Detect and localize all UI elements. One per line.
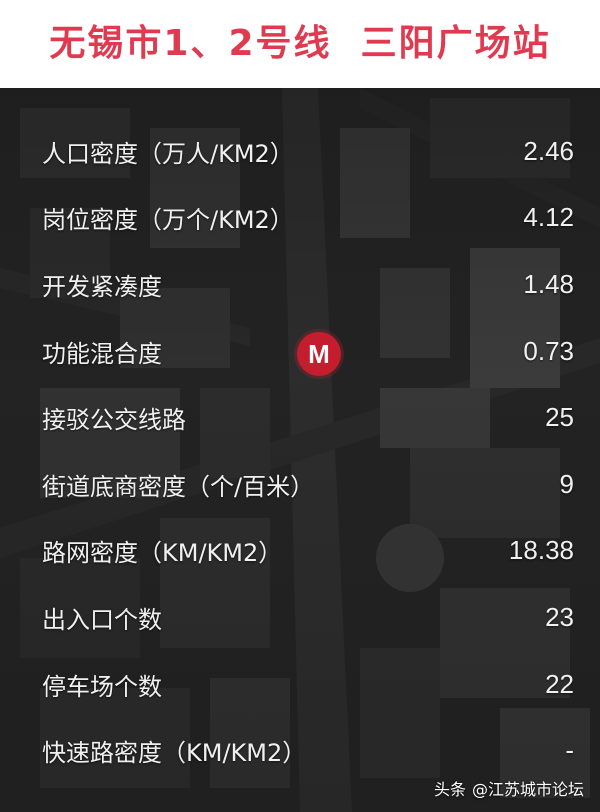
metric-label: 人口密度（万人/KM2）: [42, 139, 294, 168]
metric-label: 街道底商密度（个/百米）: [42, 472, 315, 501]
metric-value: 4.12: [523, 202, 574, 233]
metric-label: 岗位密度（万个/KM2）: [42, 206, 294, 235]
metric-row: 开发紧凑度 1.48: [42, 251, 574, 318]
metric-row: 功能混合度 0.73: [42, 318, 574, 385]
metric-value: 9: [559, 468, 574, 499]
metric-label: 出入口个数: [42, 605, 162, 634]
metric-row: 路网密度（KM/KM2） 18.38: [42, 518, 574, 585]
metric-row: 快速路密度（KM/KM2） -: [42, 717, 574, 784]
watermark-brand: 头条: [433, 780, 466, 799]
metric-value: 23: [545, 601, 574, 632]
metric-label: 路网密度（KM/KM2）: [42, 539, 283, 568]
metric-value: 2.46: [523, 135, 574, 166]
metric-value: 25: [545, 402, 574, 433]
watermark: 头条 @江苏城市论坛: [434, 776, 584, 800]
metric-value: 22: [545, 668, 574, 699]
metric-value: -: [565, 735, 574, 766]
metric-row: 接驳公交线路 25: [42, 384, 574, 451]
metric-row: 人口密度（万人/KM2） 2.46: [42, 118, 574, 185]
watermark-account: @江苏城市论坛: [471, 780, 584, 799]
metric-label: 接驳公交线路: [42, 406, 186, 435]
metric-row: 出入口个数 23: [42, 584, 574, 651]
page-title: 无锡市1、2号线 三阳广场站: [49, 23, 551, 64]
poster: 无锡市1、2号线 三阳广场站 M 人口密度（万人/KM2） 2.46 岗位密度（…: [0, 0, 600, 812]
metric-label: 开发紧凑度: [42, 272, 162, 301]
metric-value: 18.38: [508, 535, 574, 566]
metric-value: 0.73: [523, 335, 574, 366]
header-band: 无锡市1、2号线 三阳广场站: [0, 0, 600, 88]
metric-row: 街道底商密度（个/百米） 9: [42, 451, 574, 518]
metric-row: 岗位密度（万个/KM2） 4.12: [42, 185, 574, 252]
metric-label: 快速路密度（KM/KM2）: [42, 739, 307, 768]
metric-row: 停车场个数 22: [42, 651, 574, 718]
station-metrics-list: 人口密度（万人/KM2） 2.46 岗位密度（万个/KM2） 4.12 开发紧凑…: [42, 118, 574, 784]
metric-value: 1.48: [523, 268, 574, 299]
metric-label: 功能混合度: [42, 339, 162, 368]
metric-label: 停车场个数: [42, 672, 162, 701]
